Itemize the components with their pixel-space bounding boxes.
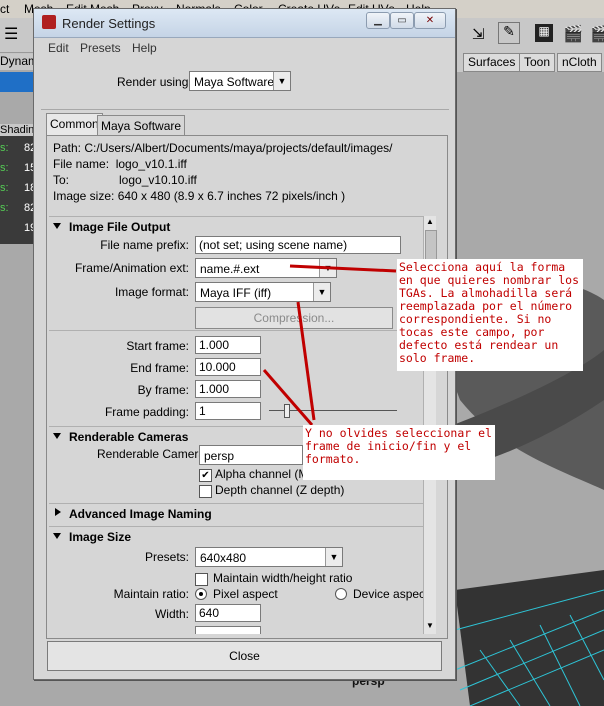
annotation-note-frame-ext: Selecciona aquí la forma en que quieres … <box>397 259 583 371</box>
arrow-to-start-frame <box>296 301 316 421</box>
annotation-note-frames: Y no olvides seleccionar el frame de ini… <box>303 425 495 480</box>
arrow-to-frame-ext <box>289 264 397 273</box>
arrow-to-end-frame <box>262 369 314 426</box>
